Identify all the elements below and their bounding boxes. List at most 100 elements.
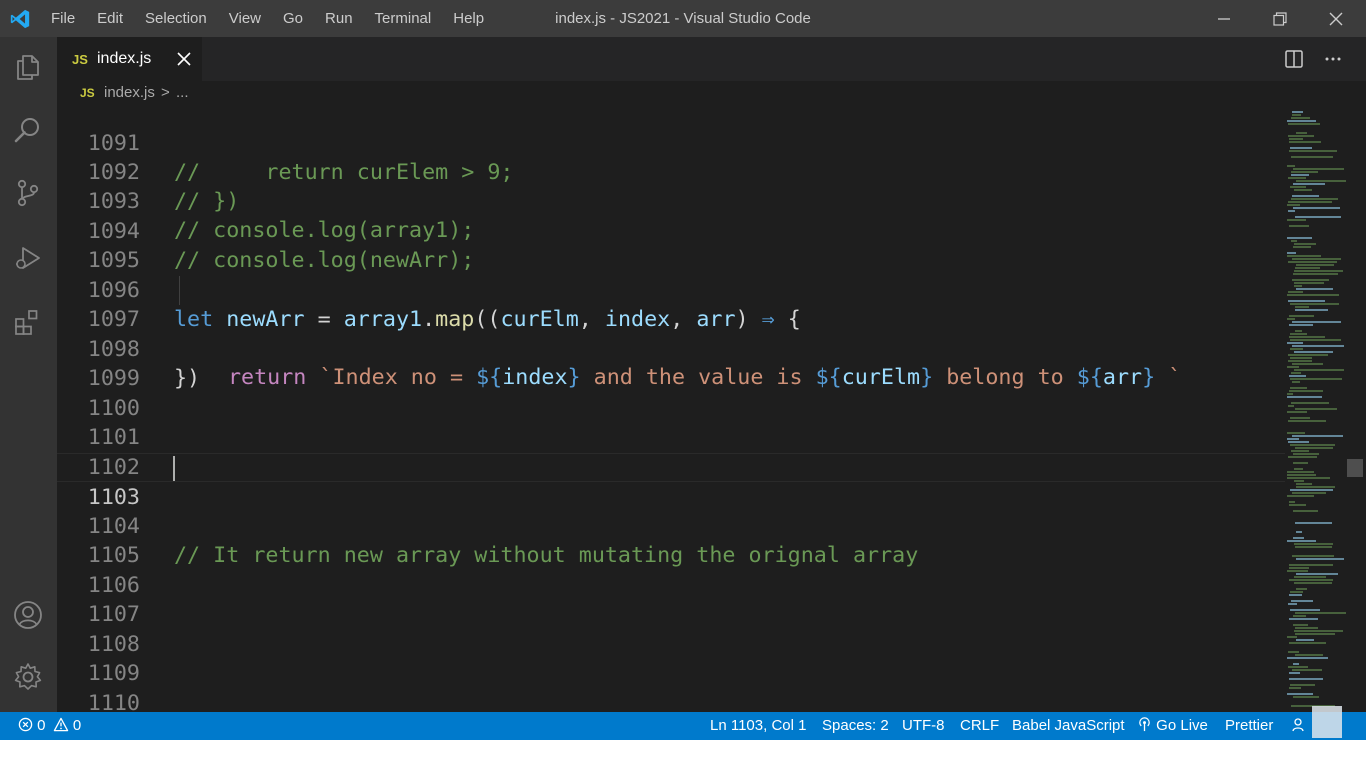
- close-tab-icon[interactable]: [175, 50, 193, 68]
- language-mode[interactable]: Babel JavaScript: [1012, 712, 1125, 740]
- minimap-line: [1292, 669, 1322, 671]
- feedback-button[interactable]: [1292, 712, 1308, 740]
- minimap-line: [1288, 651, 1299, 653]
- source-control-icon: [17, 179, 39, 207]
- line-endings[interactable]: CRLF: [960, 712, 999, 740]
- breadcrumb-symbols[interactable]: ...: [176, 84, 189, 101]
- go-live-button[interactable]: Go Live: [1137, 712, 1208, 740]
- status-bar: 0 0 Ln 1103, Col 1 Spaces: 2 UTF-8 CRLF …: [0, 706, 1366, 740]
- close-icon: [1329, 12, 1343, 25]
- minimap-line: [1296, 531, 1302, 533]
- manage-gear-icon: [14, 663, 42, 690]
- minimap-line: [1296, 264, 1334, 266]
- prettier-formatter[interactable]: Prettier: [1225, 712, 1273, 740]
- minimap-line: [1291, 600, 1313, 602]
- menu-file[interactable]: File: [40, 10, 86, 27]
- indentation[interactable]: Spaces: 2: [822, 712, 889, 740]
- menu-view[interactable]: View: [218, 10, 272, 27]
- minimap-line: [1288, 300, 1325, 302]
- minimap-line: [1288, 456, 1317, 458]
- editor-tabs-bar: JS index.js: [57, 37, 1366, 81]
- minimap-line: [1289, 375, 1306, 377]
- minimap-line: [1294, 630, 1343, 632]
- code-line: 1102: [57, 424, 1285, 480]
- code-line: 1093 // console.log(array1);: [57, 158, 1285, 243]
- manage-button[interactable]: [10, 659, 46, 695]
- code-line: 1096 let newArr = array1.map((curElm, in…: [57, 247, 1285, 332]
- problems-indicator[interactable]: 0 0: [18, 712, 81, 740]
- menu-go[interactable]: Go: [272, 10, 314, 27]
- source-control-button[interactable]: [10, 175, 46, 211]
- accounts-button[interactable]: [10, 597, 46, 633]
- minimap-line: [1290, 378, 1342, 380]
- minimap-line: [1293, 273, 1338, 275]
- scrollbar-thumb[interactable]: [1347, 459, 1363, 477]
- minimap-line: [1296, 132, 1307, 134]
- js-file-icon: JS: [80, 86, 95, 100]
- minimap-line: [1288, 360, 1312, 362]
- menu-selection[interactable]: Selection: [134, 10, 218, 27]
- minimap-line: [1292, 321, 1341, 323]
- minimap-line: [1287, 318, 1295, 320]
- minimap-line: [1295, 306, 1309, 308]
- more-actions-icon[interactable]: [1323, 49, 1343, 69]
- minimap-line: [1291, 450, 1309, 452]
- minimap-line: [1287, 165, 1295, 167]
- minimap-line: [1292, 111, 1303, 113]
- minimap-line: [1289, 642, 1326, 644]
- minimap-line: [1290, 387, 1307, 389]
- minimap-line: [1294, 480, 1304, 482]
- minimap-line: [1288, 123, 1320, 125]
- minimap-line: [1288, 420, 1326, 422]
- menu-run[interactable]: Run: [314, 10, 364, 27]
- go-live-label: Go Live: [1156, 717, 1208, 734]
- minimap-line: [1296, 180, 1346, 182]
- minimap-line: [1292, 345, 1344, 347]
- minimap-line: [1292, 555, 1334, 557]
- warning-icon: [53, 717, 68, 732]
- code-line: 1107: [57, 571, 1285, 627]
- explorer-button[interactable]: [10, 49, 46, 85]
- breadcrumb-file[interactable]: index.js: [104, 84, 155, 101]
- minimap-line: [1287, 540, 1316, 542]
- code-line: 1092 // }): [57, 129, 1285, 214]
- minimap-line: [1290, 333, 1307, 335]
- code-line: 1101: [57, 394, 1285, 450]
- extensions-button[interactable]: [10, 304, 46, 340]
- minimap-line: [1292, 492, 1326, 494]
- tab-index-js[interactable]: JS index.js: [57, 37, 202, 81]
- minimap-line: [1295, 654, 1323, 656]
- minimap-line: [1290, 591, 1303, 593]
- search-button[interactable]: [10, 112, 46, 148]
- run-debug-button[interactable]: [10, 240, 46, 276]
- error-count: 0: [37, 717, 46, 734]
- minimap-line: [1291, 240, 1297, 242]
- minimap-line: [1287, 120, 1316, 122]
- minimap-line: [1294, 243, 1316, 245]
- encoding[interactable]: UTF-8: [902, 712, 945, 740]
- minimap-line: [1294, 189, 1312, 191]
- code-editor[interactable]: 1091 // return curElem > 9; 1092 // }) 1…: [57, 107, 1366, 712]
- minimap-line: [1287, 237, 1312, 239]
- minimap-line: [1288, 666, 1308, 668]
- menu-help[interactable]: Help: [442, 10, 495, 27]
- menu-edit[interactable]: Edit: [86, 10, 134, 27]
- minimap[interactable]: [1285, 107, 1355, 712]
- minimap-line: [1293, 168, 1344, 170]
- accounts-icon: [14, 601, 42, 629]
- minimize-button[interactable]: [1196, 0, 1252, 37]
- minimap-line: [1295, 546, 1332, 548]
- minimap-line: [1294, 543, 1333, 545]
- broadcast-icon: [1139, 717, 1150, 732]
- minimap-line: [1293, 453, 1319, 455]
- code-line: 1105: [57, 512, 1285, 568]
- split-editor-icon[interactable]: [1284, 49, 1304, 69]
- restore-button[interactable]: [1252, 0, 1308, 37]
- menu-terminal[interactable]: Terminal: [364, 10, 443, 27]
- cursor-position[interactable]: Ln 1103, Col 1: [710, 712, 806, 740]
- code-line: 1111: [57, 689, 1285, 712]
- bottom-margin: [0, 740, 1366, 768]
- vscode-logo-icon[interactable]: [9, 8, 31, 30]
- close-window-button[interactable]: [1308, 0, 1364, 37]
- code-line: 1094 // console.log(newArr);: [57, 188, 1285, 273]
